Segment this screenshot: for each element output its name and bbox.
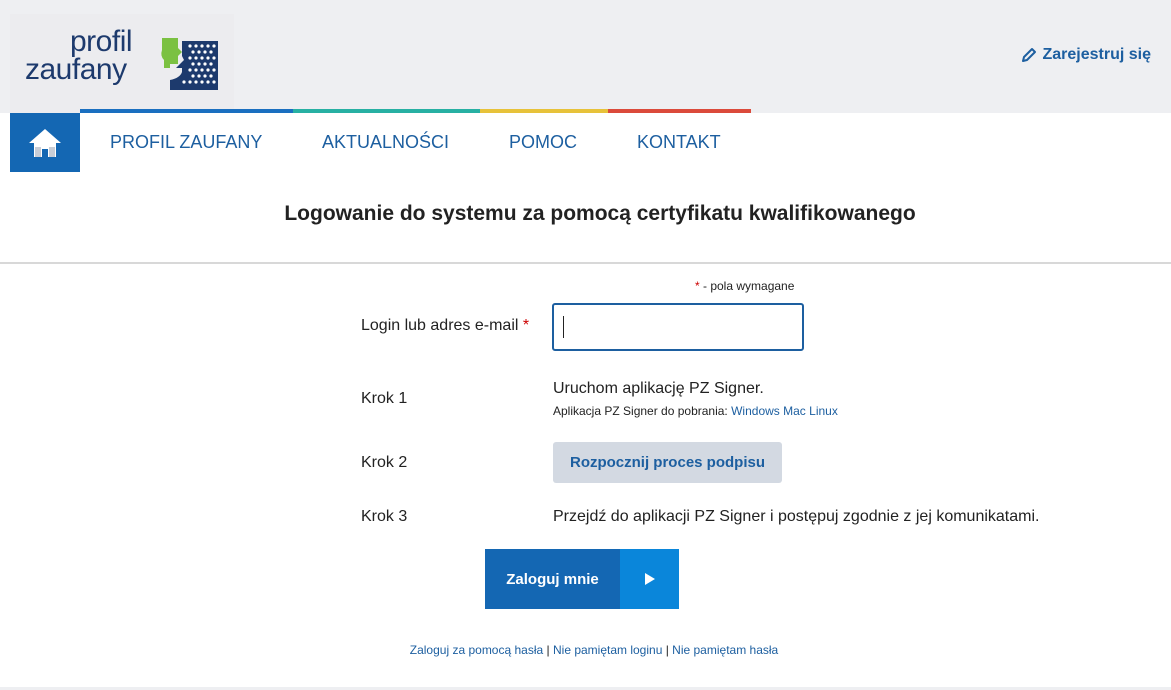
text-caret: [563, 316, 564, 338]
step2-label: Krok 2: [361, 454, 408, 471]
download-label: Aplikacja PZ Signer do pobrania:: [553, 404, 732, 418]
home-icon: [29, 128, 61, 157]
nav-item-pomoc[interactable]: POMOC: [509, 113, 577, 172]
download-mac-link[interactable]: Mac: [783, 404, 806, 418]
forgot-password-link[interactable]: Nie pamiętam hasła: [672, 643, 778, 657]
link-separator: |: [662, 643, 673, 657]
logo-line-1: profil: [70, 25, 133, 58]
pencil-icon: [1021, 48, 1036, 62]
logo-face-icon: [161, 38, 218, 90]
home-button[interactable]: [10, 113, 80, 172]
alternative-login-links: Zaloguj za pomocą hasła | Nie pamiętam l…: [0, 643, 1171, 657]
nav-item-aktualnosci[interactable]: AKTUALNOŚCI: [322, 113, 449, 172]
nav-item-kontakt[interactable]: KONTAKT: [637, 113, 721, 172]
login-button-label: Zaloguj mnie: [485, 549, 620, 609]
step1-label: Krok 1: [361, 390, 408, 407]
login-label: Login lub adres e-mail *: [361, 317, 529, 335]
play-arrow-icon: [644, 573, 655, 585]
download-windows-link[interactable]: Windows: [731, 404, 780, 418]
nav-item-profil-zaufany[interactable]: PROFIL ZAUFANY: [110, 113, 262, 172]
logo-text: profil zaufany: [25, 25, 133, 86]
login-label-text: Login lub adres e-mail: [361, 317, 519, 334]
forgot-login-link[interactable]: Nie pamiętam loginu: [553, 643, 662, 657]
login-button-arrow: [620, 549, 679, 609]
step1-download-info: Aplikacja PZ Signer do pobrania: Windows…: [553, 404, 838, 418]
step3-text: Przejdź do aplikacji PZ Signer i postępu…: [553, 508, 1040, 525]
required-fields-note: * - pola wymagane: [695, 279, 794, 293]
required-note-text: - pola wymagane: [699, 279, 795, 293]
profil-zaufany-logo[interactable]: profil zaufany: [10, 14, 234, 113]
link-separator: |: [543, 643, 553, 657]
main-nav: PROFIL ZAUFANY AKTUALNOŚCI POMOC KONTAKT: [0, 113, 1171, 172]
password-login-link[interactable]: Zaloguj za pomocą hasła: [410, 643, 543, 657]
download-linux-link[interactable]: Linux: [809, 404, 838, 418]
step1-text: Uruchom aplikację PZ Signer.: [553, 380, 764, 397]
logo-line-2: zaufany: [25, 53, 127, 86]
header: profil zaufany Zarejestruj się: [0, 0, 1171, 113]
title-area: Logowanie do systemu za pomocą certyfika…: [0, 172, 1171, 264]
page-title: Logowanie do systemu za pomocą certyfika…: [284, 202, 916, 225]
register-link[interactable]: Zarejestruj się: [1021, 46, 1152, 64]
start-signing-button[interactable]: Rozpocznij proces podpisu: [553, 442, 782, 483]
login-input[interactable]: [552, 303, 804, 351]
step3-label: Krok 3: [361, 508, 408, 525]
login-required-star: *: [522, 317, 530, 334]
register-label: Zarejestruj się: [1042, 46, 1152, 63]
login-button[interactable]: Zaloguj mnie: [485, 549, 679, 609]
